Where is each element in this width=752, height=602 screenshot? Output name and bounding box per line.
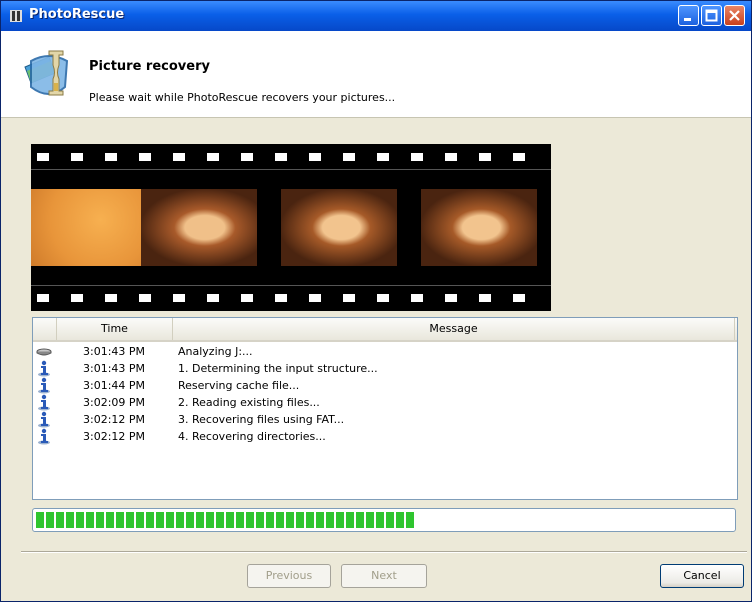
- cancel-button[interactable]: Cancel: [660, 564, 744, 588]
- app-icon: [10, 10, 22, 22]
- log-message: 2. Reading existing files...: [178, 396, 320, 409]
- log-message: 4. Recovering directories...: [178, 430, 326, 443]
- photorescue-logo-icon: [24, 50, 69, 96]
- log-time: 3:02:09 PM: [83, 396, 146, 409]
- log-time: 3:01:44 PM: [83, 379, 146, 392]
- film-holes-top: [31, 150, 551, 164]
- recovery-log-list[interactable]: Time Message 3:01:43 PM Analyzing J:... …: [32, 317, 738, 500]
- log-row[interactable]: 3:01:43 PM Analyzing J:...: [33, 343, 737, 360]
- log-row[interactable]: 3:01:43 PM 1. Determining the input stru…: [33, 360, 737, 377]
- next-button[interactable]: Next: [341, 564, 427, 588]
- log-time: 3:01:43 PM: [83, 362, 146, 375]
- log-row[interactable]: 3:02:12 PM 4. Recovering directories...: [33, 428, 737, 445]
- wizard-header: Picture recovery Please wait while Photo…: [1, 31, 751, 118]
- log-header: Time Message: [33, 318, 737, 342]
- log-row[interactable]: 3:01:44 PM Reserving cache file...: [33, 377, 737, 394]
- log-time: 3:02:12 PM: [83, 430, 146, 443]
- preview-frame-3: [281, 189, 397, 266]
- preview-frame-1: [31, 189, 147, 266]
- log-time: 3:01:43 PM: [83, 345, 146, 358]
- page-title: Picture recovery: [89, 59, 210, 74]
- info-icon: [38, 377, 50, 394]
- preview-frame-4: [421, 189, 537, 266]
- recovery-progress-bar: [32, 508, 736, 532]
- title-bar[interactable]: PhotoRescue: [1, 1, 751, 31]
- log-message: Analyzing J:...: [178, 345, 253, 358]
- time-column-header[interactable]: Time: [57, 318, 173, 340]
- maximize-icon: [705, 9, 718, 22]
- footer-divider: [21, 551, 747, 553]
- info-icon: [38, 394, 50, 411]
- log-message: 3. Recovering files using FAT...: [178, 413, 345, 426]
- log-message: 1. Determining the input structure...: [178, 362, 378, 375]
- window-title: PhotoRescue: [29, 7, 125, 22]
- photorescue-window: PhotoRescue Picture recovery Please wait…: [0, 0, 752, 602]
- log-time: 3:02:12 PM: [83, 413, 146, 426]
- film-strip-preview: [31, 144, 551, 311]
- icon-column-header[interactable]: [33, 318, 57, 340]
- info-icon: [38, 411, 50, 428]
- film-holes-bottom: [31, 291, 551, 305]
- log-message: Reserving cache file...: [178, 379, 300, 392]
- close-icon: [729, 10, 740, 21]
- close-button[interactable]: [724, 5, 745, 26]
- log-row[interactable]: 3:02:12 PM 3. Recovering files using FAT…: [33, 411, 737, 428]
- preview-frame-2: [141, 189, 257, 266]
- page-subtitle: Please wait while PhotoRescue recovers y…: [89, 91, 396, 104]
- message-column-header[interactable]: Message: [173, 318, 735, 340]
- progress-fill: [36, 512, 415, 528]
- minimize-icon: [684, 18, 691, 21]
- minimize-button[interactable]: [678, 5, 699, 26]
- previous-button[interactable]: Previous: [247, 564, 331, 588]
- info-icon: [38, 428, 50, 445]
- log-row[interactable]: 3:02:09 PM 2. Reading existing files...: [33, 394, 737, 411]
- maximize-button[interactable]: [701, 5, 722, 26]
- info-icon: [38, 360, 50, 377]
- disk-drive-icon: [36, 348, 52, 356]
